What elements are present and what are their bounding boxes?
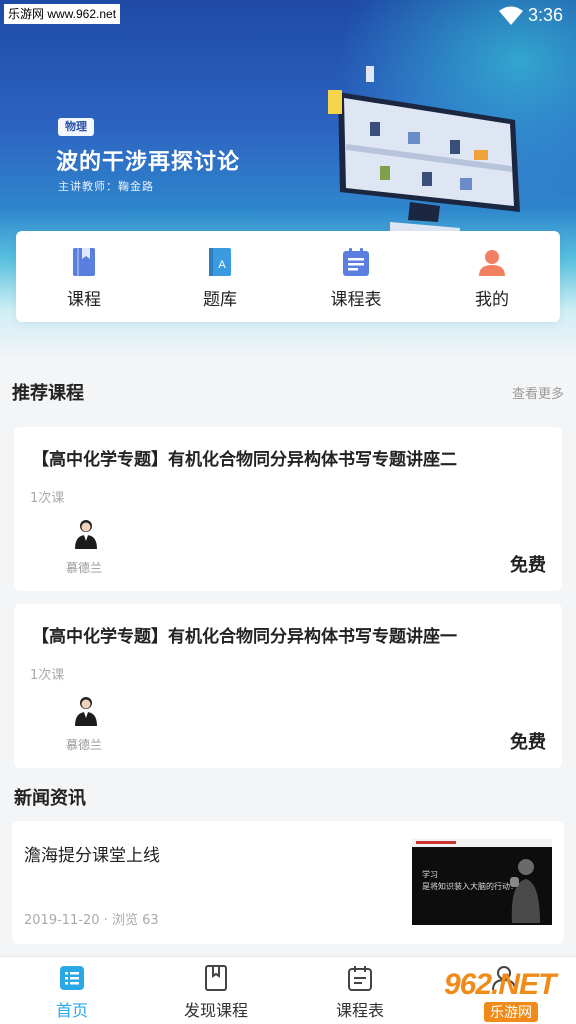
quick-label-course: 课程 — [67, 290, 101, 310]
quick-label-schedule: 课程表 — [330, 290, 382, 310]
schedule-icon — [348, 966, 372, 991]
nav-schedule[interactable]: 课程表 — [288, 957, 432, 1024]
classroom-illustration — [328, 66, 520, 232]
news-heading: 新闻资讯 — [14, 788, 86, 809]
nav-discover[interactable]: 发现课程 — [144, 957, 288, 1024]
news-title: 澹海提分课堂上线 — [24, 846, 160, 866]
course-lessons: 1次课 — [30, 491, 65, 506]
discover-icon — [205, 965, 227, 991]
course-title: 【高中化学专题】有机化合物同分异构体书写专题讲座一 — [32, 627, 457, 647]
course-price: 免费 — [510, 732, 546, 753]
news-meta: 2019-11-20 · 浏览 63 — [24, 913, 159, 928]
quick-label-mine: 我的 — [475, 290, 509, 310]
user-icon — [479, 250, 505, 276]
quick-item-course[interactable]: 课程 — [16, 231, 152, 322]
course-lessons: 1次课 — [30, 668, 65, 683]
quick-item-question-bank[interactable]: A 题库 — [152, 231, 288, 322]
teacher-name: 慕德兰 — [66, 561, 103, 575]
recommended-heading: 推荐课程 — [12, 383, 84, 404]
wifi-icon — [499, 6, 523, 25]
see-more-link[interactable]: 查看更多 — [512, 383, 564, 402]
site-watermark: 962.NET 乐游网 — [440, 968, 572, 1022]
quick-item-mine[interactable]: 我的 — [424, 231, 560, 322]
status-bar: 乐游网 www.962.net 3:36 — [0, 0, 576, 30]
news-thumbnail: 学习 是将知识装入大脑的行动！ — [412, 839, 552, 925]
course-card[interactable]: 【高中化学专题】有机化合物同分异构体书写专题讲座二 1次课 慕德兰 免费 — [14, 427, 562, 591]
subject-tag: 物理 — [58, 118, 94, 136]
calendar-icon — [343, 248, 369, 276]
course-book-icon — [73, 248, 95, 276]
nav-label-home: 首页 — [55, 1001, 88, 1020]
quick-menu: 课程 A 题库 课程表 我的 — [16, 231, 560, 322]
nav-label-discover: 发现课程 — [183, 1001, 248, 1020]
course-price: 免费 — [510, 555, 546, 576]
quick-item-schedule[interactable]: 课程表 — [288, 231, 424, 322]
thumb-accent-bar — [416, 841, 456, 844]
watermark-label: 乐游网 www.962.net — [4, 4, 121, 24]
nav-label-schedule: 课程表 — [335, 1001, 384, 1020]
watermark-logo-text: 962.NET — [444, 968, 556, 1001]
course-card[interactable]: 【高中化学专题】有机化合物同分异构体书写专题讲座一 1次课 慕德兰 免费 — [14, 604, 562, 768]
watermark-logo-subtext: 乐游网 — [484, 1002, 538, 1022]
course-title: 【高中化学专题】有机化合物同分异构体书写专题讲座二 — [32, 450, 457, 470]
question-bank-icon: A — [209, 248, 231, 276]
news-item[interactable]: 澹海提分课堂上线 2019-11-20 · 浏览 63 学习 是将知识装入大脑的… — [12, 821, 564, 944]
svg-text:A: A — [218, 259, 226, 271]
teacher-name: 慕德兰 — [66, 738, 103, 752]
quick-label-question-bank: 题库 — [203, 290, 237, 310]
banner-teacher: 主讲教师：鞠金路 — [58, 180, 154, 193]
status-time: 3:36 — [528, 5, 564, 25]
nav-home[interactable]: 首页 — [0, 957, 144, 1024]
fighter-figure-image — [510, 859, 540, 923]
teacher-avatar — [75, 520, 97, 549]
teacher-avatar — [75, 697, 97, 726]
banner-title: 波的干涉再探讨论 — [56, 150, 241, 175]
home-icon — [60, 966, 84, 990]
